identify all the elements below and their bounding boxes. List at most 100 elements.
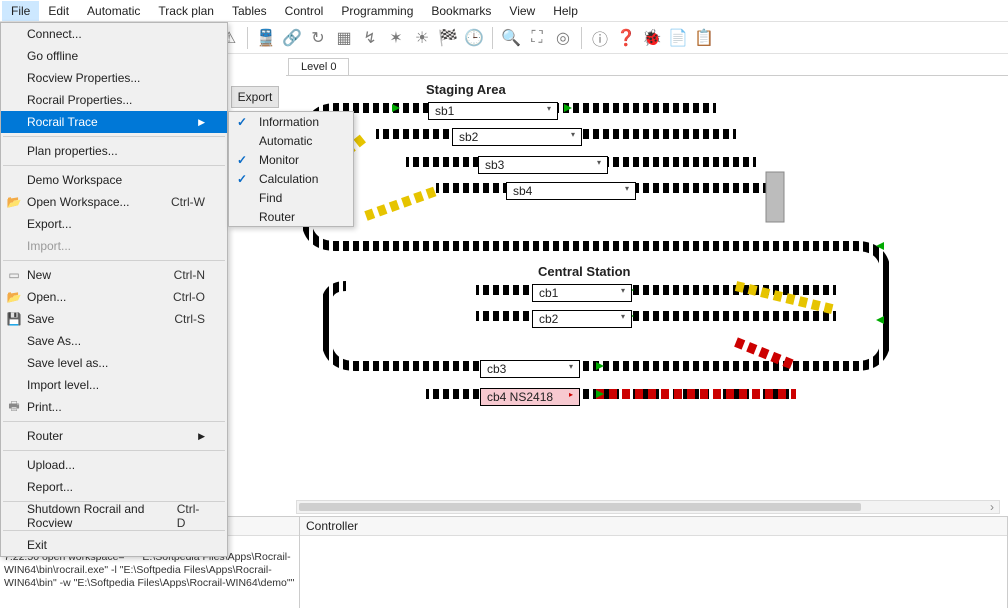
trace-automatic[interactable]: Automatic [229, 131, 353, 150]
block-sb2[interactable]: sb2▾ [452, 128, 582, 146]
menu-shortcut: Ctrl-N [174, 268, 205, 282]
block-cb4[interactable]: cb4 NS2418▸ [480, 388, 580, 406]
block-sb1[interactable]: sb1▾ [428, 102, 558, 120]
rocrail-trace-submenu: ✓ Information Automatic ✓ Monitor ✓Calculatio… [228, 111, 354, 227]
file-menu-go-offline[interactable]: Go offline [1, 45, 227, 67]
file-menu-new[interactable]: ▭ New Ctrl-N [1, 264, 227, 286]
tab-level-0[interactable]: Level 0 [288, 58, 349, 75]
submenu-label: Automatic [259, 134, 312, 148]
fullscreen-icon[interactable]: ⛶ [527, 28, 547, 48]
menu-bookmarks[interactable]: Bookmarks [422, 1, 500, 21]
document-icon[interactable]: 📄 [668, 28, 688, 48]
file-menu-import-level[interactable]: Import level... [1, 374, 227, 396]
block-sb4[interactable]: sb4▾ [506, 182, 636, 200]
file-menu-open[interactable]: 📂Open...Ctrl-O [1, 286, 227, 308]
file-menu-save-as[interactable]: Save As... [1, 330, 227, 352]
block-cb3[interactable]: cb3▾ [480, 360, 580, 378]
export-button[interactable]: Export [231, 86, 279, 108]
file-menu-save-level-as[interactable]: Save level as... [1, 352, 227, 374]
menu-item-label: Save As... [27, 334, 81, 348]
plan-horizontal-scrollbar[interactable]: ‹ › [296, 500, 1000, 514]
file-menu-plan-properties[interactable]: Plan properties... [1, 140, 227, 162]
file-menu-rocview-properties[interactable]: Rocview Properties... [1, 67, 227, 89]
shuffle-icon[interactable]: ✶ [386, 28, 406, 48]
file-menu-save[interactable]: 💾SaveCtrl-S [1, 308, 227, 330]
check-icon: ✓ [237, 153, 247, 167]
bug-icon[interactable]: 🐞 [642, 28, 662, 48]
train-icon[interactable]: 🚆 [256, 28, 276, 48]
menu-separator [3, 421, 225, 422]
reload-icon[interactable]: ↻ [308, 28, 328, 48]
route-icon[interactable]: ↯ [360, 28, 380, 48]
submenu-label: Monitor [259, 153, 299, 167]
file-menu-demo-workspace[interactable]: Demo Workspace [1, 169, 227, 191]
scroll-right-arrow-icon[interactable]: › [985, 501, 999, 513]
controller-panel-title: Controller [300, 517, 1007, 536]
link-icon[interactable]: 🔗 [282, 28, 302, 48]
info-icon[interactable]: ⓘ [590, 28, 610, 48]
trace-find[interactable]: Find [229, 188, 353, 207]
menu-item-label: Connect... [27, 27, 82, 41]
file-menu-print[interactable]: 🖶 Print... [1, 396, 227, 418]
block-cb2[interactable]: cb2▾ [532, 310, 632, 328]
menu-file[interactable]: File [2, 1, 39, 21]
controller-body[interactable] [300, 536, 1007, 608]
file-menu-connect[interactable]: Connect... [1, 23, 227, 45]
menu-item-label: Demo Workspace [27, 173, 122, 187]
menu-separator [3, 165, 225, 166]
file-menu-upload[interactable]: Upload... [1, 454, 227, 476]
folder-open-icon: 📂 [5, 193, 23, 211]
menu-separator [3, 450, 225, 451]
print-icon: 🖶 [5, 398, 23, 416]
file-menu-open-workspace[interactable]: 📂Open Workspace...Ctrl-W [1, 191, 227, 213]
file-menu-rocrail-properties[interactable]: Rocrail Properties... [1, 89, 227, 111]
help-icon[interactable]: ❓ [616, 28, 636, 48]
menu-item-label: Upload... [27, 458, 75, 472]
level-crossing-icon [766, 172, 784, 222]
trace-calculation[interactable]: ✓Calculation [229, 169, 353, 188]
file-menu-report[interactable]: Report... [1, 476, 227, 498]
menu-item-label: Print... [27, 400, 62, 414]
submenu-label: Information [259, 115, 319, 129]
menu-item-label: New [27, 268, 51, 282]
menu-item-label: Rocrail Properties... [27, 93, 132, 107]
menu-separator [3, 530, 225, 531]
file-new-icon: ▭ [5, 266, 23, 284]
separator [581, 27, 582, 49]
menu-track-plan[interactable]: Track plan [149, 1, 223, 21]
separator [492, 27, 493, 49]
file-menu-rocrail-trace[interactable]: Rocrail Trace▶ [1, 111, 227, 133]
menu-item-label: Rocrail Trace [27, 115, 98, 129]
grid-icon[interactable]: ▦ [334, 28, 354, 48]
target-icon[interactable]: ◎ [553, 28, 573, 48]
menu-programming[interactable]: Programming [332, 1, 422, 21]
menu-item-label: Open Workspace... [27, 195, 130, 209]
file-menu-router[interactable]: Router▶ [1, 425, 227, 447]
trace-information[interactable]: ✓ Information [229, 112, 353, 131]
menu-edit[interactable]: Edit [39, 1, 78, 21]
submenu-label: Find [259, 191, 282, 205]
search-icon[interactable]: 🔍 [501, 28, 521, 48]
menu-help[interactable]: Help [544, 1, 587, 21]
trace-router[interactable]: Router [229, 207, 353, 226]
menu-separator [3, 260, 225, 261]
sun-icon[interactable]: ☀ [412, 28, 432, 48]
check-icon: ✓ [237, 115, 247, 129]
copy-icon[interactable]: 📋 [694, 28, 714, 48]
menu-automatic[interactable]: Automatic [78, 1, 149, 21]
menu-item-label: Go offline [27, 49, 78, 63]
clock-icon[interactable]: 🕒 [464, 28, 484, 48]
trace-monitor[interactable]: ✓ Monitor [229, 150, 353, 169]
file-menu-shutdown-rocrail-and-rocview[interactable]: Shutdown Rocrail and RocviewCtrl-D [1, 505, 227, 527]
file-menu-exit[interactable]: Exit [1, 534, 227, 556]
menu-control[interactable]: Control [276, 1, 333, 21]
block-cb1[interactable]: cb1▾ [532, 284, 632, 302]
block-sb3[interactable]: sb3▾ [478, 156, 608, 174]
menu-shortcut: Ctrl-D [177, 502, 205, 530]
track-plan-canvas[interactable]: Staging Area Central Station [296, 76, 1000, 502]
flag-icon[interactable]: 🏁 [438, 28, 458, 48]
scrollbar-thumb[interactable] [299, 503, 861, 511]
menu-tables[interactable]: Tables [223, 1, 276, 21]
file-menu-export[interactable]: Export... [1, 213, 227, 235]
menu-view[interactable]: View [500, 1, 544, 21]
